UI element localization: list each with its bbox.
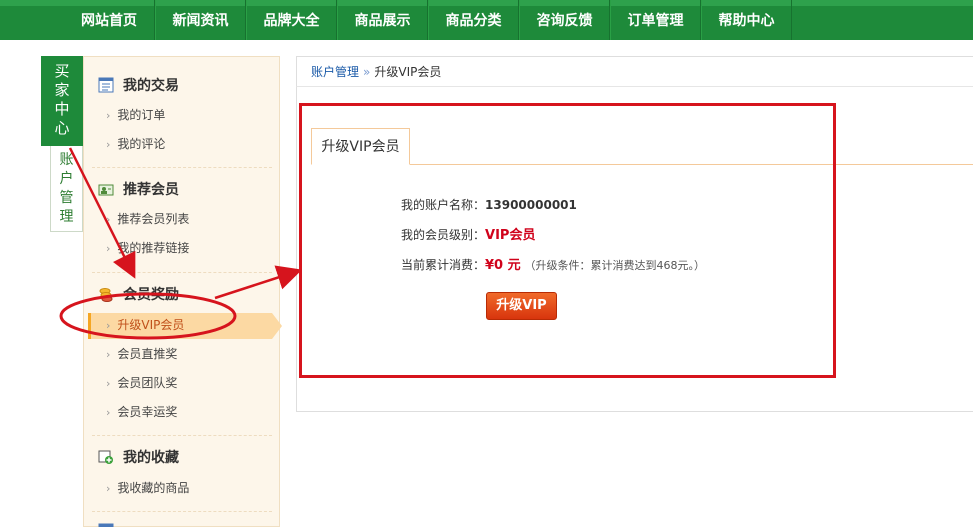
annotation-arrow-right [214, 265, 303, 300]
annotation-ellipse [59, 292, 237, 340]
annotation-overlay [59, 147, 303, 340]
annotation-arrow-down [68, 147, 136, 279]
